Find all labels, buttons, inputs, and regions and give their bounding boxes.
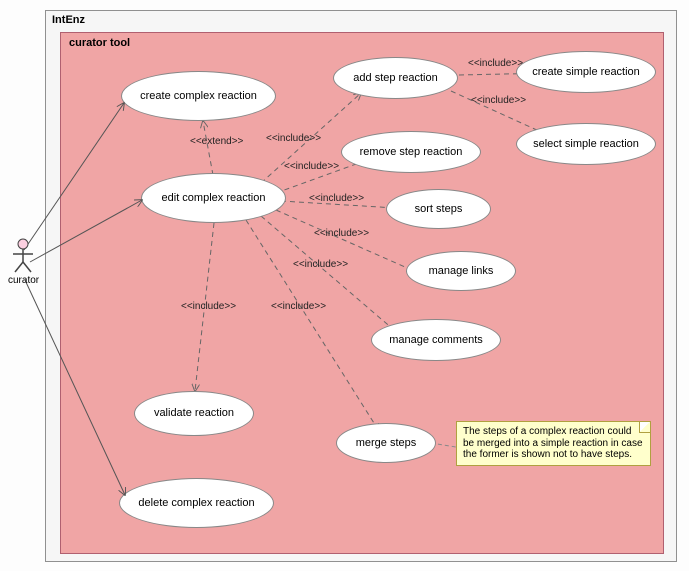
stereotype-include: <<include>> — [266, 133, 321, 144]
usecase-remove-step-reaction: remove step reaction — [341, 131, 481, 173]
usecase-label: add step reaction — [353, 72, 437, 84]
usecase-label: create complex reaction — [140, 90, 257, 102]
stereotype-include: <<include>> — [271, 301, 326, 312]
subject-intenz-title: IntEnz — [52, 14, 85, 26]
actor-icon — [10, 238, 36, 274]
usecase-manage-links: manage links — [406, 251, 516, 291]
subject-curator-tool-box: curator tool — [60, 32, 664, 554]
diagram-canvas: IntEnz curator tool — [0, 0, 689, 571]
usecase-create-complex-reaction: create complex reaction — [121, 71, 276, 121]
usecase-create-simple-reaction: create simple reaction — [516, 51, 656, 93]
usecase-delete-complex-reaction: delete complex reaction — [119, 478, 274, 528]
usecase-label: edit complex reaction — [162, 192, 266, 204]
subject-curator-tool-title: curator tool — [69, 37, 130, 49]
stereotype-include: <<include>> — [309, 193, 364, 204]
stereotype-extend: <<extend>> — [190, 136, 243, 147]
usecase-select-simple-reaction: select simple reaction — [516, 123, 656, 165]
usecase-merge-steps: merge steps — [336, 423, 436, 463]
usecase-validate-reaction: validate reaction — [134, 391, 254, 436]
usecase-label: merge steps — [356, 437, 417, 449]
stereotype-include: <<include>> — [293, 259, 348, 270]
usecase-label: remove step reaction — [360, 146, 463, 158]
stereotype-include: <<include>> — [314, 228, 369, 239]
usecase-label: delete complex reaction — [138, 497, 254, 509]
stereotype-include: <<include>> — [471, 95, 526, 106]
usecase-label: create simple reaction — [532, 66, 640, 78]
note-merge-steps: The steps of a complex reaction could be… — [456, 421, 651, 466]
stereotype-include: <<include>> — [181, 301, 236, 312]
usecase-add-step-reaction: add step reaction — [333, 57, 458, 99]
usecase-label: select simple reaction — [533, 138, 639, 150]
actor-curator: curator — [8, 238, 38, 286]
usecase-label: manage links — [429, 265, 494, 277]
usecase-label: validate reaction — [154, 407, 234, 419]
note-text: The steps of a complex reaction could be… — [463, 426, 643, 460]
usecase-sort-steps: sort steps — [386, 189, 491, 229]
usecase-label: manage comments — [389, 334, 483, 346]
usecase-manage-comments: manage comments — [371, 319, 501, 361]
stereotype-include: <<include>> — [468, 58, 523, 69]
actor-label: curator — [8, 275, 38, 286]
usecase-label: sort steps — [415, 203, 463, 215]
usecase-edit-complex-reaction: edit complex reaction — [141, 173, 286, 223]
stereotype-include: <<include>> — [284, 161, 339, 172]
